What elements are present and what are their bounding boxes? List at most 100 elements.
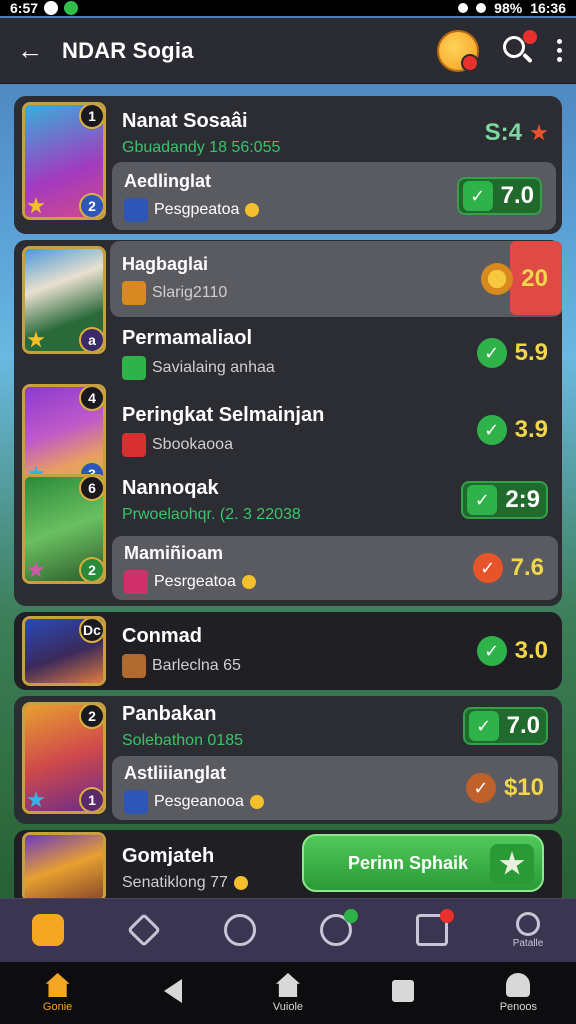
tab-favorites[interactable]: [104, 899, 184, 963]
nav-profile[interactable]: Penoos: [473, 973, 563, 1013]
skill-icon: [124, 789, 148, 814]
gear-icon: [481, 263, 514, 295]
primary-action-button[interactable]: Perinn Sphaik: [302, 834, 544, 892]
trophy-icon: [122, 280, 146, 305]
skill-icon: [124, 197, 148, 222]
search-icon: [224, 913, 256, 946]
list-item[interactable]: 1 2 Nanat Sosaâi Gbuadandy 18 56:055 S:4…: [14, 96, 562, 234]
score-value: 7.6: [510, 554, 544, 581]
list-item[interactable]: 6 2 Nannoqak Prwoelaohqr. (2. 3 22038 ✓ …: [14, 472, 562, 584]
score-value: 7.0: [506, 712, 540, 739]
score-pill: ✓ 2:9: [461, 481, 548, 519]
nav-recents[interactable]: [358, 980, 448, 1006]
avatar: 6 2: [22, 474, 106, 584]
check-icon: ✓: [462, 181, 493, 211]
alarm-icon: [458, 3, 469, 13]
score-value: 7.0: [500, 182, 534, 209]
list-item[interactable]: 2 1 Panbakan Solebathon 0185 ✓ 7.0 Astli…: [14, 696, 562, 824]
wifi-icon: [476, 3, 487, 13]
score-value: 2:9: [505, 486, 540, 513]
more-menu-icon[interactable]: [557, 39, 562, 62]
recents-square-icon: [392, 980, 415, 1002]
primary-action-label: Perinn Sphaik: [348, 852, 469, 873]
level-badge: 2: [79, 193, 103, 217]
score-value: 5.9: [514, 339, 548, 366]
avatar: [22, 832, 106, 900]
tab-profile[interactable]: Patalle: [488, 899, 568, 963]
notification-badge: [344, 908, 358, 923]
level-badge: 1: [79, 787, 103, 811]
sub-item[interactable]: Mamiñioam Pesrgeatoa ✓ 7.6: [112, 536, 558, 600]
nav-back[interactable]: [128, 979, 218, 1007]
coin-icon: [249, 794, 264, 809]
rank-badge: 6: [79, 477, 103, 501]
player-name: Nanat Sosaâi: [122, 109, 248, 132]
app-bar: ← NDAR Sogia: [0, 18, 576, 84]
score-pill: ✓ 7.0: [456, 177, 542, 215]
app-notification-icon: [64, 1, 79, 15]
player-name: Hagbaglai: [122, 253, 209, 274]
leaderboard-list: 1 2 Nanat Sosaâi Gbuadandy 18 56:055 S:4…: [14, 96, 562, 900]
level-badge: 2: [79, 557, 103, 581]
check-icon: ✓: [472, 553, 503, 583]
list-group: a Hagbaglai Slarig2110 20 Permamaliaol S…: [14, 240, 562, 606]
tab-battle[interactable]: [392, 899, 472, 963]
list-item[interactable]: Hagbaglai Slarig2110 20: [110, 241, 562, 317]
score-value: 3.0: [514, 637, 548, 664]
tab-team[interactable]: [296, 899, 376, 963]
check-box-icon: [122, 355, 146, 380]
mascot-profile-icon[interactable]: [437, 29, 479, 72]
tab-search[interactable]: [200, 899, 280, 963]
sub-item[interactable]: Aedlinglat Pesgpeatoa ✓ 7.0: [112, 162, 556, 230]
avatar: 1 2: [22, 102, 106, 220]
home-icon: [32, 913, 64, 946]
back-triangle-icon: [163, 979, 182, 1003]
player-subtitle: Solebathon 0185: [122, 731, 243, 749]
sub-item-name: Mamiñioam: [124, 542, 224, 563]
person-icon: [506, 973, 531, 997]
back-arrow-icon[interactable]: ←: [14, 35, 46, 67]
check-icon: ✓: [467, 485, 498, 515]
notification-icon: [44, 1, 59, 15]
tool-icon: [122, 653, 146, 678]
sub-item-name: Aedlinglat: [124, 170, 212, 191]
score-value: 20: [521, 265, 548, 292]
battery-level: 98%: [494, 0, 523, 16]
score-value: S:4: [484, 119, 522, 146]
house-icon: [275, 973, 300, 997]
status-time-left: 6:57: [10, 0, 39, 16]
player-subtitle: Senatiklong 77: [122, 873, 228, 891]
rank-badge: 2: [79, 705, 103, 729]
avatar: 2 1: [22, 702, 106, 814]
list-item[interactable]: Permamaliaol Savialaing anhaa ✓ 5.9: [14, 318, 562, 388]
notification-badge: [440, 908, 454, 923]
player-name: Conmad: [122, 624, 202, 647]
sub-item-detail: Pesgpeatoa: [154, 200, 240, 218]
sub-item-name: Astliiianglat: [124, 762, 227, 783]
coin-icon: [241, 574, 256, 589]
search-icon[interactable]: [501, 29, 537, 68]
rank-badge: 4: [79, 387, 103, 411]
player-subtitle: Sbookaooa: [152, 435, 233, 453]
home-icon: [45, 973, 70, 997]
list-item[interactable]: 4 3 Peringkat Selmainjan Sbookaooa ✓ 3.9: [14, 384, 562, 488]
nav-vuiole[interactable]: Vuiole: [243, 973, 333, 1013]
score-pill: ✓ 7.0: [462, 707, 548, 745]
star-icon: [490, 844, 534, 884]
bottom-tab-bar: Patalle: [0, 898, 576, 962]
star-icon: [530, 124, 548, 141]
check-icon: ✓: [476, 415, 507, 445]
status-bar: 6:57 98% 16:36: [0, 0, 576, 16]
player-subtitle: Barleclna 65: [152, 656, 241, 674]
player-subtitle: Gbuadandy 18 56:055: [122, 138, 281, 156]
check-icon: ✓: [476, 338, 507, 368]
sub-item[interactable]: Astliiianglat Pesgeanooa ✓ $10: [112, 756, 558, 820]
player-name: Permamaliaol: [122, 326, 253, 349]
player-name: Peringkat Selmainjan: [122, 403, 325, 426]
player-name: Panbakan: [122, 702, 217, 725]
nav-home[interactable]: Gonie: [13, 973, 103, 1013]
player-subtitle: Savialaing anhaa: [152, 358, 275, 376]
tab-home[interactable]: [8, 899, 88, 963]
check-icon: ✓: [476, 636, 507, 666]
list-item[interactable]: Dc Conmad Barleclna 65 ✓ 3.0: [14, 612, 562, 690]
